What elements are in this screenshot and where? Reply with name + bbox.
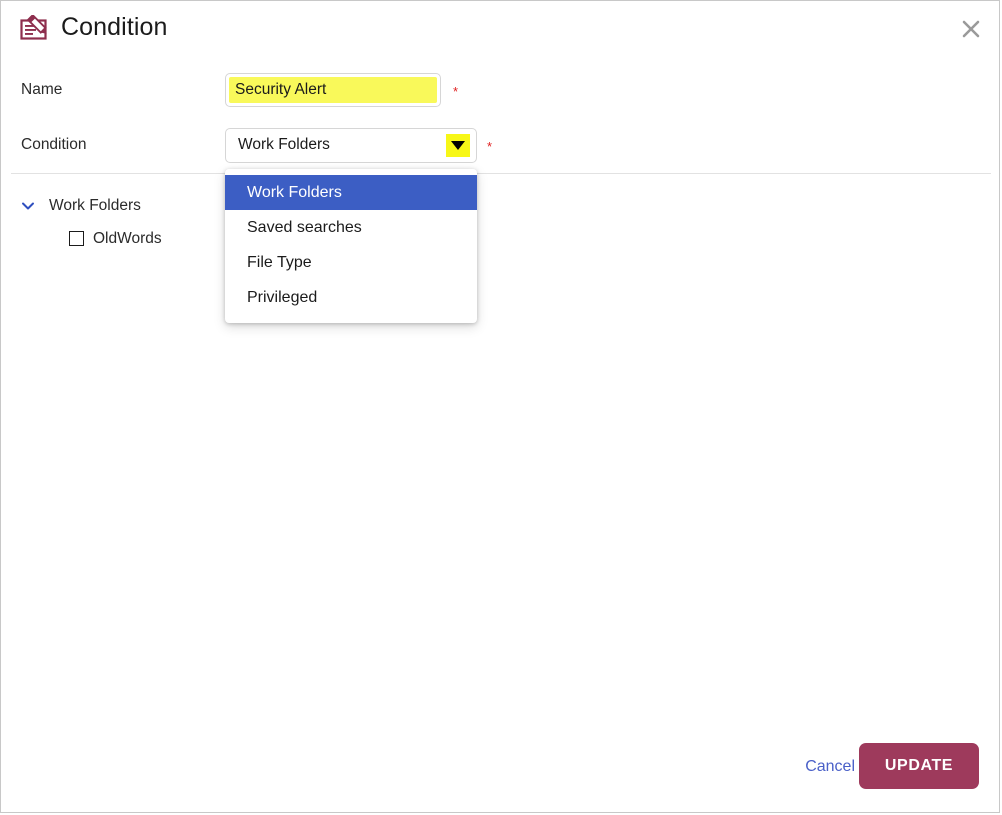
close-icon[interactable] — [955, 13, 987, 45]
cancel-button[interactable]: Cancel — [805, 758, 855, 776]
checkbox-unchecked-icon[interactable] — [69, 231, 84, 246]
condition-edit-icon — [20, 15, 50, 41]
dialog-header: Condition — [1, 1, 999, 59]
name-row: Name * — [1, 73, 999, 113]
dialog-footer: Cancel UPDATE — [1, 732, 999, 812]
name-input[interactable] — [229, 77, 437, 103]
dropdown-option-saved-searches[interactable]: Saved searches — [225, 210, 477, 245]
name-required-mark: * — [453, 85, 458, 98]
dropdown-option-privileged[interactable]: Privileged — [225, 280, 477, 315]
dropdown-option-file-type[interactable]: File Type — [225, 245, 477, 280]
page-title: Condition — [61, 13, 168, 42]
chevron-down-icon[interactable] — [19, 197, 37, 215]
tree-node-root-label: Work Folders — [49, 197, 141, 215]
condition-dialog: Condition Name * Condition Work Folders … — [0, 0, 1000, 813]
condition-required-mark: * — [487, 140, 492, 153]
update-button[interactable]: UPDATE — [859, 743, 979, 789]
condition-select[interactable]: Work Folders — [225, 128, 477, 163]
condition-row: Condition Work Folders * — [1, 128, 999, 168]
section-divider — [11, 173, 991, 174]
tree-item-oldwords-label: OldWords — [93, 230, 162, 248]
dropdown-option-work-folders[interactable]: Work Folders — [225, 175, 477, 210]
name-label: Name — [21, 81, 62, 99]
condition-select-value: Work Folders — [238, 136, 330, 154]
condition-dropdown-list[interactable]: Work Folders Saved searches File Type Pr… — [225, 169, 477, 323]
caret-down-icon[interactable] — [446, 134, 470, 157]
name-field-wrapper — [225, 73, 441, 107]
condition-label: Condition — [21, 136, 87, 154]
